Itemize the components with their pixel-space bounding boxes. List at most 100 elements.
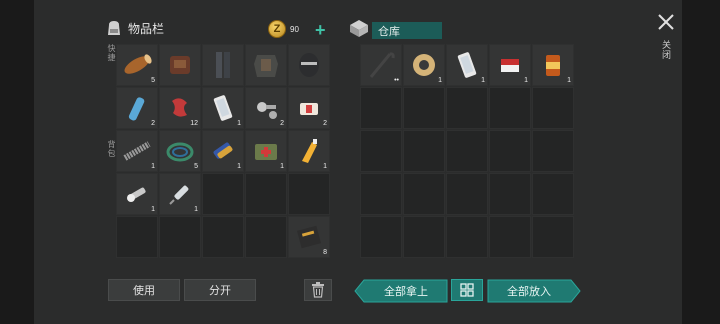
inventory-slot[interactable]: 2 <box>245 87 287 129</box>
inventory-slot[interactable]: 1 <box>288 130 330 172</box>
inventory-slot[interactable]: 2 <box>288 87 330 129</box>
right-border-bar <box>682 0 720 324</box>
coin-icon: Z <box>268 20 286 38</box>
inventory-slot[interactable]: 1 <box>159 173 201 215</box>
backpack-harness-icon <box>170 56 190 74</box>
inventory-slot[interactable]: 5 <box>116 44 158 86</box>
warehouse-slot[interactable]: 1 <box>489 44 531 86</box>
inventory-slot[interactable]: 5 <box>159 130 201 172</box>
water-bottle-icon <box>128 97 145 121</box>
warehouse-slot[interactable] <box>403 173 445 215</box>
inventory-slot[interactable]: 1 <box>202 87 244 129</box>
item-quantity: 1 <box>151 206 155 213</box>
smartphone-icon <box>213 95 233 121</box>
item-quantity: 1 <box>237 163 241 170</box>
inventory-slot[interactable] <box>116 216 158 258</box>
inventory-slot[interactable]: 1 <box>245 130 287 172</box>
warehouse-slot[interactable] <box>360 216 402 258</box>
warehouse-slot[interactable] <box>360 173 402 215</box>
warehouse-slot[interactable] <box>446 87 488 129</box>
item-quantity: 1 <box>280 163 284 170</box>
warehouse-slot[interactable] <box>360 130 402 172</box>
warehouse-slot[interactable] <box>403 216 445 258</box>
glue-tube-icon <box>302 139 317 163</box>
take-all-button[interactable]: 全部拿上 <box>366 280 446 302</box>
warehouse-slot[interactable] <box>446 216 488 258</box>
inventory-slot[interactable]: 1 <box>116 173 158 215</box>
spring-coil-icon <box>123 141 151 161</box>
warehouse-slot[interactable] <box>532 216 574 258</box>
sort-button[interactable] <box>451 279 483 301</box>
warehouse-slot[interactable] <box>489 173 531 215</box>
bolts-nuts-icon <box>257 102 277 119</box>
warehouse-slot[interactable] <box>489 130 531 172</box>
close-label[interactable]: 关闭 <box>660 40 673 60</box>
item-quantity: 1 <box>567 77 571 84</box>
warehouse-slot[interactable] <box>403 130 445 172</box>
syringe-icon <box>169 185 189 205</box>
use-button[interactable]: 使用 <box>108 279 180 301</box>
warehouse-slot[interactable] <box>489 87 531 129</box>
left-border-bar <box>0 0 34 324</box>
inventory-slot[interactable] <box>202 44 244 86</box>
inventory-slot[interactable] <box>202 173 244 215</box>
inventory-slot[interactable] <box>288 173 330 215</box>
split-button[interactable]: 分开 <box>184 279 256 301</box>
backpack-icon <box>108 21 120 35</box>
put-all-button[interactable]: 全部放入 <box>488 280 570 302</box>
battery-icon <box>213 142 233 159</box>
warehouse-slot[interactable]: 1 <box>446 44 488 86</box>
inventory-header: 物品栏 <box>104 18 164 38</box>
warehouse-slot[interactable] <box>532 87 574 129</box>
warehouse-slot[interactable] <box>360 87 402 129</box>
flashlight-icon <box>127 187 146 202</box>
add-coins-button[interactable]: + <box>315 21 326 39</box>
inventory-slot[interactable] <box>245 173 287 215</box>
trash-button[interactable] <box>304 279 332 301</box>
warehouse-slot[interactable] <box>403 87 445 129</box>
warehouse-slot[interactable] <box>446 173 488 215</box>
item-quantity: 8 <box>323 249 327 256</box>
warehouse-icon <box>350 20 368 37</box>
warehouse-slot[interactable]: 1 <box>532 44 574 86</box>
item-quantity: 1 <box>151 163 155 170</box>
wood-log-icon <box>124 54 152 74</box>
inventory-slot[interactable]: 1 <box>202 130 244 172</box>
item-quantity: 12 <box>190 120 198 127</box>
warehouse-slot[interactable] <box>489 216 531 258</box>
inventory-title: 物品栏 <box>128 21 165 36</box>
inventory-slot[interactable] <box>288 44 330 86</box>
item-quantity: 5 <box>151 77 155 84</box>
item-quantity: 1 <box>524 77 528 84</box>
inventory-slot[interactable] <box>159 216 201 258</box>
coin-display: Z 90 <box>268 20 299 38</box>
item-quantity: 1 <box>481 77 485 84</box>
inventory-slot[interactable]: 2 <box>116 87 158 129</box>
inventory-slot[interactable]: 1 <box>116 130 158 172</box>
inventory-slot[interactable] <box>245 44 287 86</box>
coin-count: 90 <box>290 24 299 34</box>
warehouse-slot[interactable] <box>532 130 574 172</box>
warehouse-grid: •• 1 1 1 1 <box>360 44 574 258</box>
warehouse-title: 仓库 <box>372 22 442 39</box>
item-quantity: 2 <box>151 120 155 127</box>
inventory-slot[interactable] <box>202 216 244 258</box>
item-quantity: 2 <box>280 120 284 127</box>
inventory-slot[interactable]: 12 <box>159 87 201 129</box>
inventory-slot[interactable]: 8 <box>288 216 330 258</box>
body-armor-icon <box>254 55 278 77</box>
duct-tape-icon <box>413 54 435 76</box>
warehouse-slot[interactable]: 1 <box>403 44 445 86</box>
helmet-icon <box>299 53 319 77</box>
canned-food-icon <box>546 55 560 76</box>
grid-sort-icon <box>460 283 474 297</box>
cigarettes-icon <box>501 59 519 72</box>
inventory-slot[interactable] <box>159 44 201 86</box>
item-quantity: 1 <box>237 120 241 127</box>
warehouse-slot[interactable]: •• <box>360 44 402 86</box>
warehouse-slot[interactable] <box>446 130 488 172</box>
warehouse-slot[interactable] <box>532 173 574 215</box>
inventory-slot[interactable] <box>245 216 287 258</box>
close-icon[interactable] <box>656 12 676 32</box>
raw-meat-icon <box>172 98 187 117</box>
